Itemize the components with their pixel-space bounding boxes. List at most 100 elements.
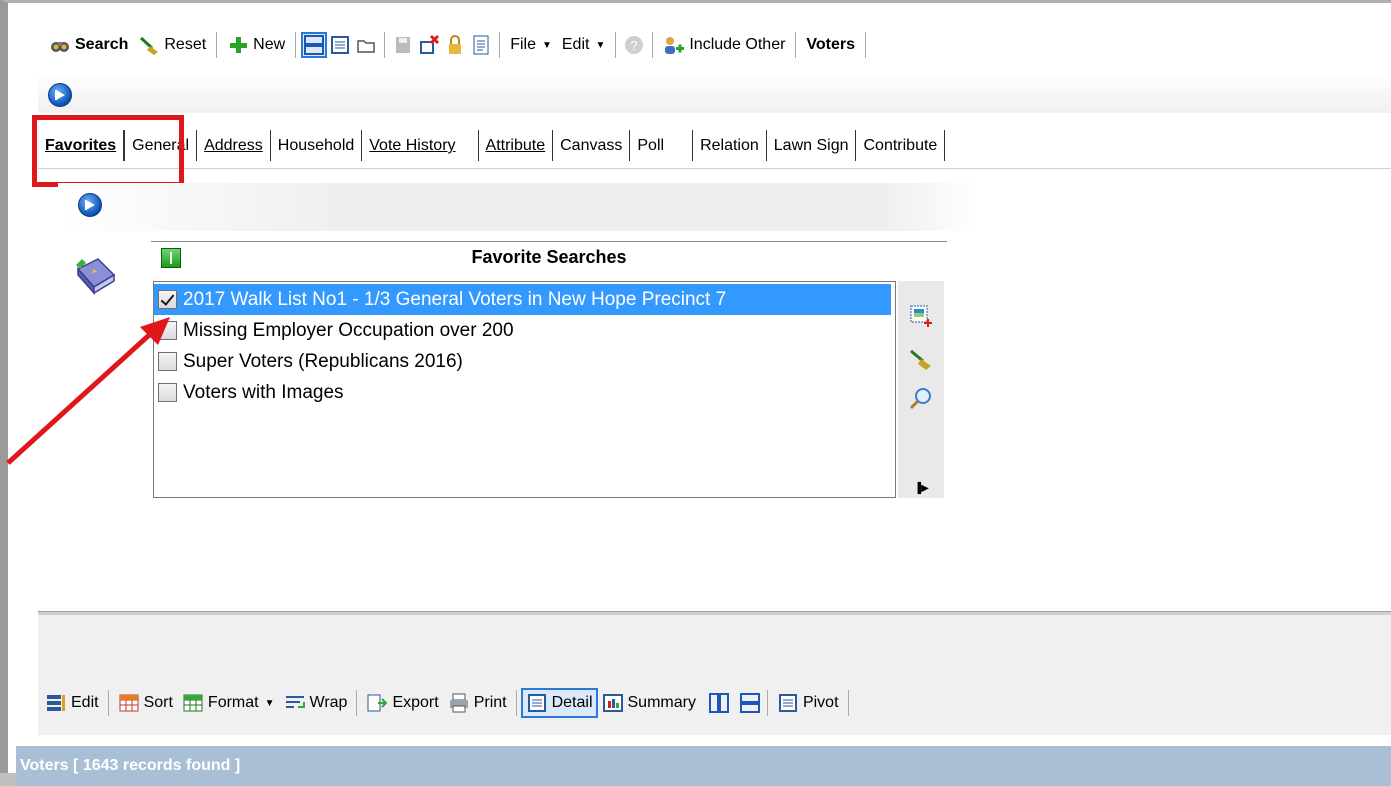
print-button[interactable]: Print	[445, 690, 510, 716]
book-icon	[72, 251, 118, 297]
tab-canvass[interactable]: Canvass	[553, 130, 631, 161]
sort-grid-icon	[118, 692, 140, 714]
separator	[216, 32, 218, 58]
sort-button[interactable]: Sort	[115, 690, 176, 716]
delete-icon[interactable]	[418, 34, 440, 56]
add-search-icon[interactable]	[908, 303, 934, 329]
app-window: Search Reset New File ▼ Edit ▼ ? Include…	[0, 0, 1391, 786]
format-button[interactable]: Format ▼	[179, 690, 278, 716]
favorites-list[interactable]: 2017 Walk List No1 - 1/3 General Voters …	[153, 281, 896, 498]
edit-label: Edit	[561, 36, 590, 53]
list-item[interactable]: Super Voters (Republicans 2016)	[154, 346, 895, 377]
calendar-icon[interactable]	[329, 34, 351, 56]
export-button[interactable]: Export	[363, 690, 441, 716]
separator	[107, 690, 109, 716]
status-text: Voters [ 1643 records found ]	[20, 757, 241, 774]
main-toolbar: Search Reset New File ▼ Edit ▼ ? Include…	[38, 25, 1288, 65]
chevron-down-icon: ▼	[595, 39, 606, 51]
help-icon[interactable]: ?	[623, 34, 645, 56]
voters-button[interactable]: Voters	[803, 34, 858, 56]
tab-contribute[interactable]: Contribute	[856, 130, 946, 161]
print-label: Print	[473, 694, 507, 711]
favorites-side-toolbar: ▐▶	[898, 281, 944, 498]
split-view-icon[interactable]	[301, 32, 328, 58]
favorites-header: Favorite Searches	[151, 241, 947, 273]
main-content: Search Reset New File ▼ Edit ▼ ? Include…	[6, 13, 1391, 786]
new-label: New	[253, 36, 286, 53]
chevron-down-icon: ▼	[264, 697, 275, 709]
list-item-label: Missing Employer Occupation over 200	[183, 319, 514, 341]
separator	[652, 32, 654, 58]
edit-label: Edit	[71, 694, 99, 711]
tab-label: Canvass	[560, 137, 623, 154]
voters-label: Voters	[806, 36, 856, 53]
separator	[515, 690, 517, 716]
tab-label: Poll	[637, 137, 665, 154]
tab-poll[interactable]: Poll	[630, 130, 694, 161]
tab-address[interactable]: Address	[197, 130, 271, 161]
pivot-label: Pivot	[802, 694, 839, 711]
next-nav-icon[interactable]	[78, 193, 102, 217]
list-item[interactable]: Missing Employer Occupation over 200	[154, 315, 895, 346]
next-nav-icon[interactable]	[48, 83, 72, 107]
separator	[847, 690, 849, 716]
save-icon[interactable]	[392, 34, 414, 56]
edit-menu[interactable]: Edit ▼	[559, 34, 608, 56]
search-label: Search	[75, 36, 129, 53]
document-icon[interactable]	[470, 34, 492, 56]
reset-button[interactable]: Reset	[135, 32, 209, 58]
annotation-arrow	[6, 317, 170, 465]
calendar-icon	[777, 692, 799, 714]
list-item-label: Super Voters (Republicans 2016)	[183, 350, 463, 372]
checkbox[interactable]	[158, 290, 177, 309]
detail-label: Detail	[551, 694, 593, 711]
summary-chart-icon	[602, 692, 624, 714]
tab-attribute[interactable]: Attribute	[479, 130, 554, 161]
include-other-button[interactable]: Include Other	[660, 32, 788, 58]
separator	[795, 32, 797, 58]
wrap-button[interactable]: Wrap	[281, 690, 351, 716]
search-button[interactable]: Search	[46, 32, 131, 58]
results-toolbar: Edit Sort Format ▼ Wrap Export Print Det…	[38, 683, 1238, 723]
broom-icon[interactable]	[908, 346, 934, 372]
tab-relation[interactable]: Relation	[693, 130, 767, 161]
tab-label: Vote History	[369, 137, 456, 154]
file-label: File	[510, 36, 536, 53]
tab-label: Relation	[700, 137, 759, 154]
list-item[interactable]: Voters with Images	[154, 377, 895, 408]
tab-household[interactable]: Household	[271, 130, 363, 161]
separator	[384, 32, 386, 58]
expand-icon[interactable]: ▐▶	[914, 483, 929, 494]
rows-icon[interactable]	[739, 692, 761, 714]
tab-vote-history[interactable]: Vote History	[362, 130, 479, 161]
list-item[interactable]: 2017 Walk List No1 - 1/3 General Voters …	[154, 284, 891, 315]
sort-label: Sort	[143, 694, 173, 711]
export-label: Export	[392, 694, 439, 711]
new-button[interactable]: New	[224, 32, 288, 58]
file-menu[interactable]: File ▼	[507, 34, 555, 56]
status-bar: Voters [ 1643 records found ]	[16, 746, 1391, 786]
edit-grid-icon	[45, 692, 67, 714]
svg-text:?: ?	[631, 38, 638, 53]
lock-icon[interactable]	[444, 34, 466, 56]
separator	[356, 690, 358, 716]
detail-button[interactable]: Detail	[520, 688, 598, 718]
summary-button[interactable]: Summary	[599, 690, 699, 716]
plus-icon	[227, 34, 249, 56]
list-item-label: 2017 Walk List No1 - 1/3 General Voters …	[183, 288, 727, 310]
include-other-label: Include Other	[689, 36, 786, 53]
summary-label: Summary	[627, 694, 696, 711]
columns-icon[interactable]	[708, 692, 730, 714]
tab-lawn-sign[interactable]: Lawn Sign	[767, 130, 857, 161]
pivot-button[interactable]: Pivot	[774, 690, 842, 716]
wrap-icon	[284, 692, 306, 714]
tab-bar: Favorites General Address Household Vote…	[38, 123, 1391, 169]
magnifier-icon[interactable]	[908, 386, 934, 412]
panel-nav-strip	[58, 183, 978, 231]
folder-icon[interactable]	[355, 34, 377, 56]
tab-label: Household	[277, 137, 355, 154]
format-label: Format	[207, 694, 259, 711]
favorites-title: Favorite Searches	[471, 247, 627, 267]
edit-button[interactable]: Edit	[42, 690, 102, 716]
nav-strip	[38, 73, 1391, 113]
